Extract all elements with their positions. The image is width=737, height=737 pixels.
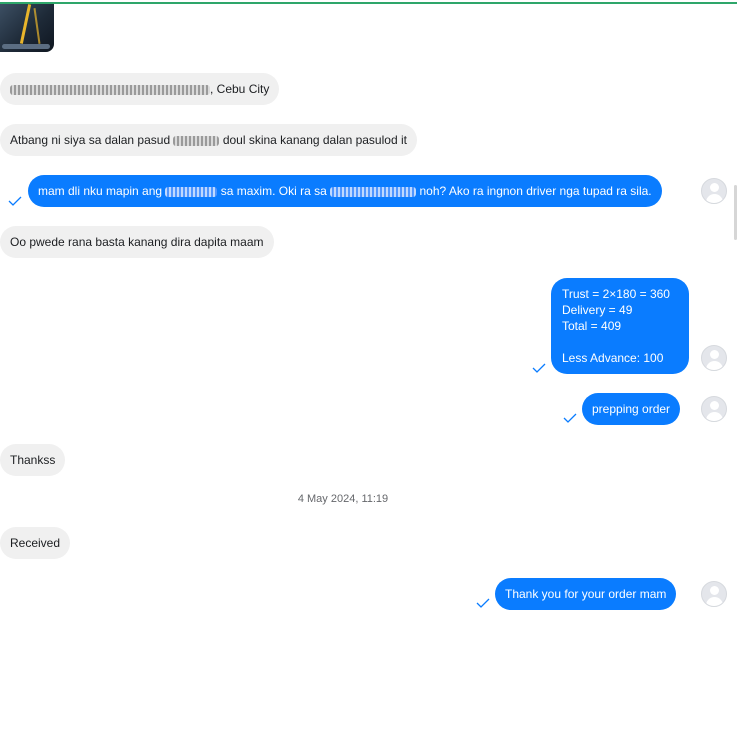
user-avatar-icon[interactable]	[701, 345, 727, 371]
check-icon	[563, 413, 577, 423]
user-avatar-icon[interactable]	[701, 178, 727, 204]
redacted-text	[10, 84, 210, 95]
incoming-message-thanks: Thankss	[0, 444, 66, 476]
redacted-text	[330, 186, 417, 197]
incoming-message-received: Received	[0, 527, 71, 559]
outgoing-message-prepping: prepping order	[582, 393, 681, 425]
incoming-message-confirm: Oo pwede rana basta kanang dira dapita m…	[0, 226, 274, 258]
user-avatar-icon[interactable]	[701, 581, 727, 607]
incoming-message-directions: Atbang ni siya sa dalan pasud doul skina…	[0, 124, 417, 156]
redacted-text	[165, 186, 218, 197]
outgoing-message-reply: mam dli nku mapin ang sa maxim. Oki ra s…	[28, 175, 662, 207]
outgoing-message-order-summary: Trust = 2×180 = 360 Delivery = 49 Total …	[551, 278, 689, 374]
outgoing-message-thank-you: Thank you for your order mam	[495, 578, 677, 610]
incoming-message-location: , Cebu City	[0, 73, 280, 105]
header-divider	[0, 2, 737, 4]
check-icon	[8, 196, 22, 206]
date-separator: 4 May 2024, 11:19	[297, 493, 389, 505]
shared-image-thumbnail[interactable]	[0, 4, 54, 52]
check-icon	[532, 363, 546, 373]
user-avatar-icon[interactable]	[701, 396, 727, 422]
check-icon	[476, 598, 490, 608]
redacted-text	[173, 135, 220, 146]
